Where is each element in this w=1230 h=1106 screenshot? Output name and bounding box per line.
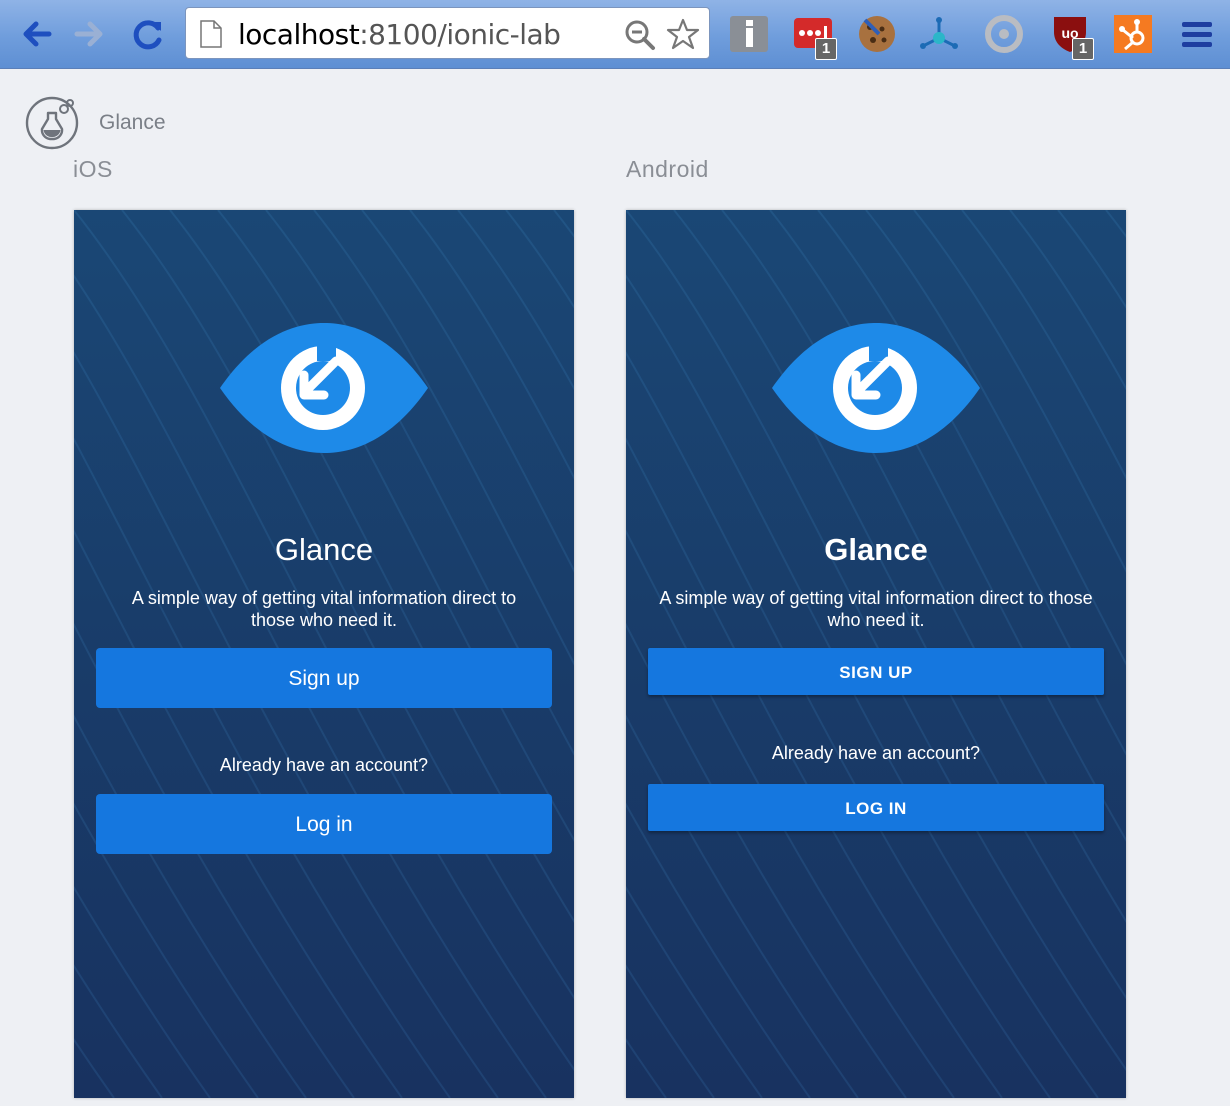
info-icon [730,16,768,52]
account-prompt: Already have an account? [219,755,429,775]
account-prompt: Already have an account? [771,743,981,763]
glance-eye-logo-icon [772,323,980,453]
circle-a-extension-button[interactable] [984,14,1024,54]
ublock-extension-button[interactable]: uo 1 [1050,14,1094,60]
ios-phone-preview: Glance A simple way of getting vital inf… [74,210,574,1098]
reload-icon [133,20,162,50]
page-icon [200,20,222,48]
bookmark-star-icon[interactable] [666,17,700,51]
address-bar[interactable]: localhost:8100/ionic-lab [185,7,710,59]
wave-line [553,210,574,238]
circle-a-icon [985,15,1023,53]
reload-button[interactable] [128,14,168,54]
browser-toolbar: localhost:8100/ionic-lab 1 uo 1 [0,0,1230,69]
hubspot-extension-button[interactable] [1113,14,1153,54]
extension-badge: 1 [1072,38,1094,60]
hubspot-icon [1114,15,1152,53]
back-button[interactable] [16,14,56,54]
login-button[interactable]: LOG IN [648,784,1104,831]
glance-eye-logo-icon [220,323,428,453]
app-tagline: A simple way of getting vital informatio… [131,588,517,630]
info-extension-button[interactable] [729,14,769,54]
extension-badge: 1 [815,38,837,60]
cookie-icon [859,16,895,52]
signup-button[interactable]: SIGN UP [648,648,1104,695]
ionic-lab-flask-icon [25,96,79,150]
forward-button[interactable] [70,14,110,54]
url-text[interactable]: localhost:8100/ionic-lab [238,18,561,51]
platform-label-ios: iOS [73,156,113,182]
wave-line [1105,210,1126,238]
lastpass-extension-button[interactable]: 1 [793,14,837,60]
app-name-heading: Glance [274,532,374,567]
app-tagline: A simple way of getting vital informatio… [659,588,1093,630]
login-button[interactable]: Log in [96,794,552,854]
menu-button[interactable] [1177,14,1217,54]
hamburger-menu-icon [1182,22,1212,47]
android-phone-preview: Glance A simple way of getting vital inf… [626,210,1126,1098]
signup-button[interactable]: Sign up [96,648,552,708]
zoom-out-icon[interactable] [624,19,656,51]
cookie-extension-button[interactable] [857,14,897,54]
network-icon [920,17,958,49]
lab-app-title: Glance [99,111,166,134]
forward-arrow-icon [74,21,103,47]
platform-label-android: Android [626,156,709,182]
app-name-heading: Glance [824,532,928,567]
back-arrow-icon [23,21,52,47]
network-extension-button[interactable] [919,14,959,54]
